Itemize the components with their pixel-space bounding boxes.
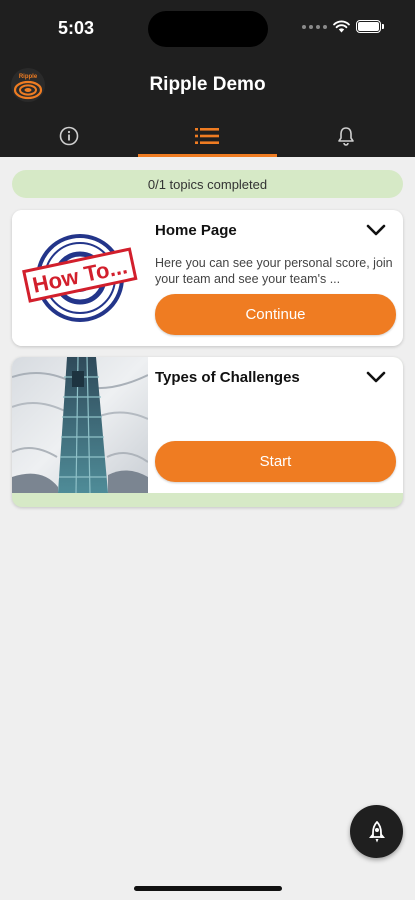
topic-title: Types of Challenges bbox=[155, 369, 300, 386]
rocket-fab-button[interactable] bbox=[350, 805, 403, 858]
dynamic-island bbox=[148, 11, 268, 47]
tab-bar bbox=[0, 114, 415, 157]
list-icon bbox=[195, 127, 220, 144]
bell-icon bbox=[338, 126, 354, 146]
progress-label: 0/1 topics completed bbox=[147, 176, 268, 192]
progress-banner: 0/1 topics completed bbox=[12, 170, 403, 198]
app-header: 5:03 Ripple Ripple Demo bbox=[0, 0, 415, 157]
tab-topics[interactable] bbox=[138, 114, 277, 157]
battery-icon bbox=[356, 20, 384, 33]
topic-description: Here you can see your personal score, jo… bbox=[155, 256, 393, 286]
tab-info[interactable] bbox=[0, 114, 138, 157]
topic-thumbnail-building bbox=[12, 357, 148, 493]
chevron-down-icon[interactable] bbox=[365, 369, 387, 385]
topic-thumbnail-howto: How To... bbox=[12, 210, 148, 346]
tab-notifications[interactable] bbox=[277, 114, 415, 157]
continue-button[interactable]: Continue bbox=[155, 294, 396, 335]
info-icon bbox=[59, 126, 79, 145]
chevron-down-icon[interactable] bbox=[365, 222, 387, 238]
topic-card-home-page[interactable]: How To... Home Page Here you can see you… bbox=[12, 210, 403, 346]
page-title: Ripple Demo bbox=[149, 74, 266, 95]
rocket-icon bbox=[368, 820, 385, 842]
wifi-icon bbox=[333, 20, 350, 33]
topic-title: Home Page bbox=[155, 222, 237, 239]
topic-card-types-of-challenges[interactable]: Types of Challenges Start bbox=[12, 357, 403, 507]
home-indicator[interactable] bbox=[134, 886, 282, 891]
app-screen: 5:03 Ripple Ripple Demo 0/1 topics compl… bbox=[0, 0, 415, 900]
signal-icon bbox=[302, 24, 327, 29]
status-time: 5:03 bbox=[58, 18, 95, 38]
start-button[interactable]: Start bbox=[155, 441, 396, 482]
status-icons bbox=[302, 20, 384, 33]
